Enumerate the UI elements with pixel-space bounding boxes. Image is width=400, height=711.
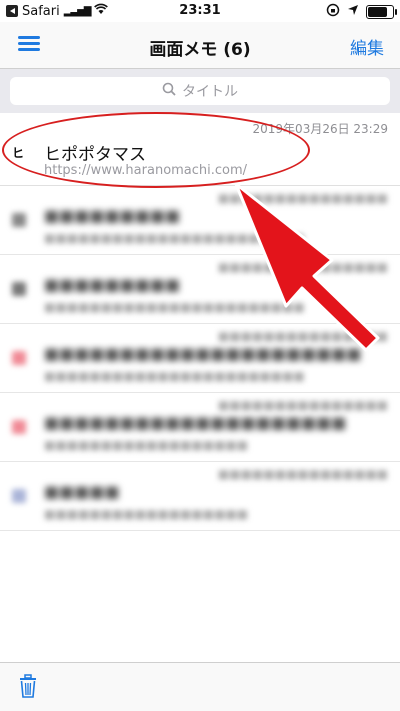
list-item[interactable]: ■■■■■■■■■■■■■■■ ■■■■■ ■■■■■■■■■■■■■■■■■■ [0,462,400,531]
item-title: ■■■■■■■■■ [44,275,181,294]
trash-icon[interactable] [18,674,38,698]
favicon-icon [12,489,26,503]
item-date: ■■■■■■■■■■■■■■■ [217,467,388,481]
location-icon [347,4,359,20]
favicon-icon [12,282,26,296]
item-date: ■■■■■■■■■■■■■■■ [217,398,388,412]
item-url: ■■■■■■■■■■■■■■■■■■ [44,438,249,452]
item-title: ■■■■■ [44,482,120,501]
battery-level [368,7,387,17]
navigation-bar: 画面メモ (6) 編集 [0,22,400,69]
search-input[interactable]: タイトル [10,77,390,105]
item-title: ■■■■■■■■■ [44,206,181,225]
page-title: 画面メモ (6) [149,40,251,60]
search-icon [162,82,176,100]
item-url: ■■■■■■■■■■■■■■■■■■■■■■■ [44,369,305,383]
favicon-icon [12,213,26,227]
item-url: ■■■■■■■■■■■■■■■■■■ [44,507,249,521]
edit-button[interactable]: 編集 [350,34,384,59]
list-item[interactable]: ■■■■■■■■■■■■■■■ ■■■■■■■■■■■■■■■■■■■■ ■■■… [0,393,400,462]
annotation-arrow-icon [234,182,380,352]
bottom-toolbar [0,662,400,711]
search-placeholder: タイトル [182,84,238,100]
favicon-icon [12,351,26,365]
orientation-lock-icon [326,3,340,21]
annotation-ellipse [2,112,310,188]
item-title: ■■■■■■■■■■■■■■■■■■■■ [44,413,347,432]
favicon-icon [12,420,26,434]
status-bar: Safari ▂▃▅▇ 23:31 [0,0,400,22]
status-right [326,3,397,21]
battery-icon [366,5,397,19]
search-area: タイトル [0,69,400,113]
